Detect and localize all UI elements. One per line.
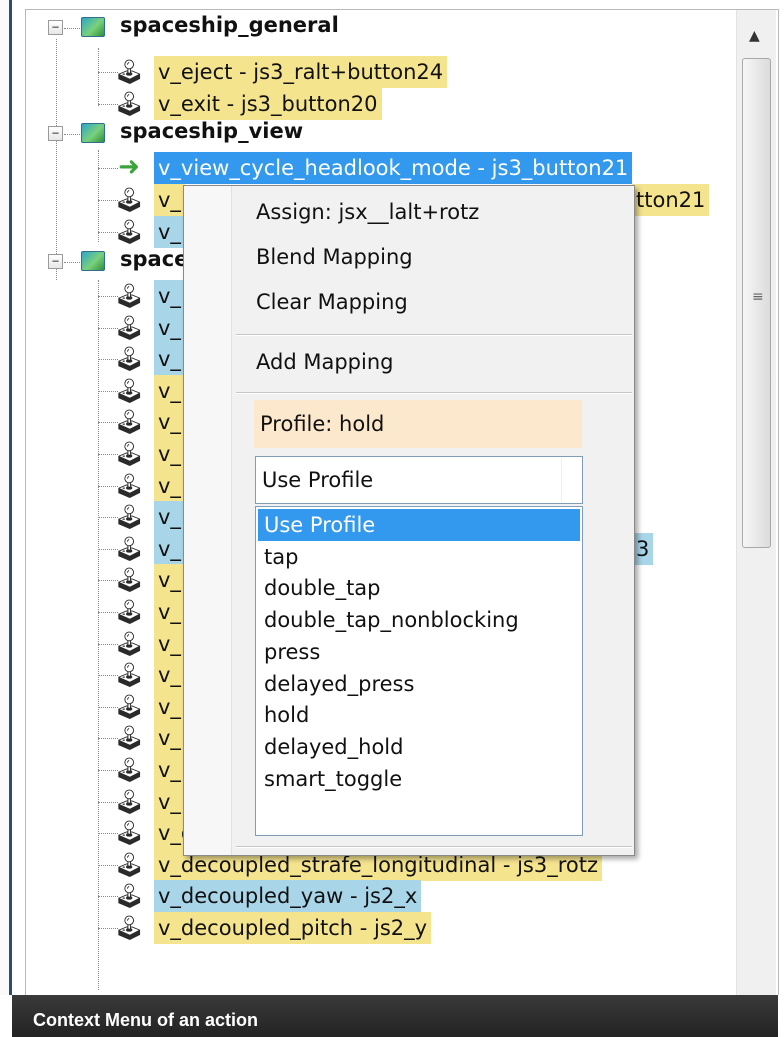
tree-action-item[interactable]: v_ (154, 532, 185, 565)
tree-connector (98, 48, 99, 106)
menu-separator (236, 846, 632, 848)
profile-option[interactable]: tap (258, 541, 580, 573)
combobox-dropdown-button[interactable] (561, 458, 581, 502)
joystick-icon: 🕹 (114, 282, 145, 310)
tree-action-item[interactable]: v_ (154, 469, 185, 502)
tree-action-item[interactable]: v_ (154, 280, 185, 312)
profile-option[interactable]: hold (258, 699, 580, 731)
tree-action-item[interactable]: v_ (154, 659, 185, 692)
profile-label: Profile: hold (254, 400, 582, 448)
joystick-icon: 🕹 (114, 756, 145, 784)
folder-group-icon (81, 17, 105, 37)
tree-action-item[interactable]: v_decoupled_pitch - js2_y (154, 912, 432, 944)
tree-action-item[interactable]: v_ (154, 785, 185, 818)
tree-connector (64, 134, 80, 135)
tree-group-label[interactable]: spaceship_view (120, 119, 303, 143)
tree-action-item[interactable]: v_ (154, 343, 185, 376)
tree-group-label[interactable]: spaceship_general (120, 13, 339, 37)
tree-connector (56, 39, 57, 280)
joystick-icon: 🕹 (114, 313, 145, 342)
tree-action-item[interactable]: v_decoupled_yaw - js2_x (154, 880, 422, 913)
folder-group-icon (81, 251, 105, 271)
tree-action-item[interactable]: v_ (154, 216, 185, 248)
joystick-icon: 🕹 (114, 692, 145, 721)
scrollbar-grip-icon: ≡ (752, 289, 764, 305)
tree-action-item[interactable]: v_ (154, 406, 185, 439)
profile-option[interactable]: press (258, 636, 580, 668)
tree-action-item[interactable]: v_ (154, 754, 185, 786)
tree-connector (64, 262, 80, 263)
joystick-icon: 🕹 (114, 819, 145, 848)
joystick-icon: 🕹 (114, 58, 145, 86)
profile-combobox[interactable]: Use Profile (255, 456, 583, 504)
joystick-icon: 🕹 (114, 914, 145, 942)
tree-connector (98, 150, 99, 242)
joystick-icon: 🕹 (114, 629, 145, 658)
context-menu: Assign: jsx__lalt+rotz Blend Mapping Cle… (183, 185, 635, 856)
tree-action-item[interactable]: v_ (154, 438, 185, 470)
collapse-minus-icon[interactable]: − (48, 20, 63, 35)
tree-action-item[interactable]: v_ (154, 596, 185, 628)
joystick-icon: 🕹 (114, 850, 145, 879)
tree-action-item[interactable]: v_ (154, 374, 185, 407)
folder-group-icon (81, 123, 105, 143)
tree-group-label[interactable]: space (120, 247, 188, 271)
profile-combobox-value: Use Profile (262, 468, 374, 492)
tree-action-item[interactable]: v_ (154, 184, 185, 216)
menu-separator (236, 334, 632, 336)
tree-connector (64, 28, 80, 29)
profile-option[interactable]: double_tap_nonblocking (258, 604, 580, 636)
tree-action-item-suffix: 3 (632, 532, 654, 565)
green-arrow-icon: ➜ (118, 152, 140, 182)
joystick-icon: 🕹 (114, 218, 145, 246)
menu-icon-gutter (184, 186, 232, 855)
joystick-icon: 🕹 (114, 598, 145, 626)
joystick-icon: 🕹 (114, 186, 145, 214)
joystick-icon: 🕹 (114, 471, 145, 500)
collapse-minus-icon[interactable]: − (48, 126, 63, 141)
profile-option[interactable]: delayed_press (258, 668, 580, 700)
tree-action-item[interactable]: v_ (154, 722, 185, 755)
vertical-scrollbar[interactable]: ▲ ≡ (736, 10, 776, 995)
profile-option[interactable]: Use Profile (258, 509, 580, 541)
collapse-minus-icon[interactable]: − (48, 254, 63, 269)
joystick-icon: 🕹 (114, 661, 145, 690)
tree-action-item[interactable]: v_ (154, 501, 185, 534)
joystick-icon: 🕹 (114, 566, 145, 595)
scrollbar-thumb[interactable]: ≡ (742, 58, 771, 548)
joystick-icon: 🕹 (114, 882, 145, 911)
tree-connector (98, 280, 99, 990)
scroll-up-arrow-icon[interactable]: ▲ (749, 28, 760, 44)
tree-action-item[interactable]: v_ (154, 311, 185, 344)
profile-dropdown-list[interactable]: Use Profile tap double_tap double_tap_nonbl… (255, 506, 583, 836)
tree-action-item[interactable]: v_eject - js3_ralt+button24 (154, 56, 448, 88)
profile-option[interactable]: double_tap (258, 572, 580, 604)
window-left-edge (0, 0, 12, 995)
joystick-icon: 🕹 (114, 376, 145, 405)
tree-action-item[interactable]: v_view_cycle_headlook_mode - js3_button2… (154, 152, 633, 184)
joystick-icon: 🕹 (114, 345, 145, 374)
profile-option[interactable]: smart_toggle (258, 763, 580, 795)
menu-item-clear-mapping[interactable]: Clear Mapping (256, 290, 408, 314)
menu-item-assign[interactable]: Assign: jsx__lalt+rotz (256, 200, 479, 224)
joystick-icon: 🕹 (114, 90, 145, 118)
tree-action-item[interactable]: v_ (154, 690, 185, 723)
joystick-icon: 🕹 (114, 534, 145, 563)
menu-item-add-mapping[interactable]: Add Mapping (256, 350, 393, 374)
profile-option[interactable]: delayed_hold (258, 731, 580, 763)
joystick-icon: 🕹 (114, 408, 145, 437)
tree-action-item[interactable]: v_ (154, 564, 185, 597)
tree-action-item-suffix: tton21 (632, 184, 710, 216)
menu-item-blend-mapping[interactable]: Blend Mapping (256, 245, 413, 269)
joystick-icon: 🕹 (114, 440, 145, 468)
tree-action-item[interactable]: v_ (154, 627, 185, 660)
joystick-icon: 🕹 (114, 724, 145, 753)
tree-action-item[interactable]: v_exit - js3_button20 (154, 88, 382, 120)
image-caption: Context Menu of an action (12, 995, 778, 1037)
joystick-icon: 🕹 (114, 503, 145, 532)
joystick-icon: 🕹 (114, 787, 145, 816)
menu-separator (236, 392, 632, 394)
